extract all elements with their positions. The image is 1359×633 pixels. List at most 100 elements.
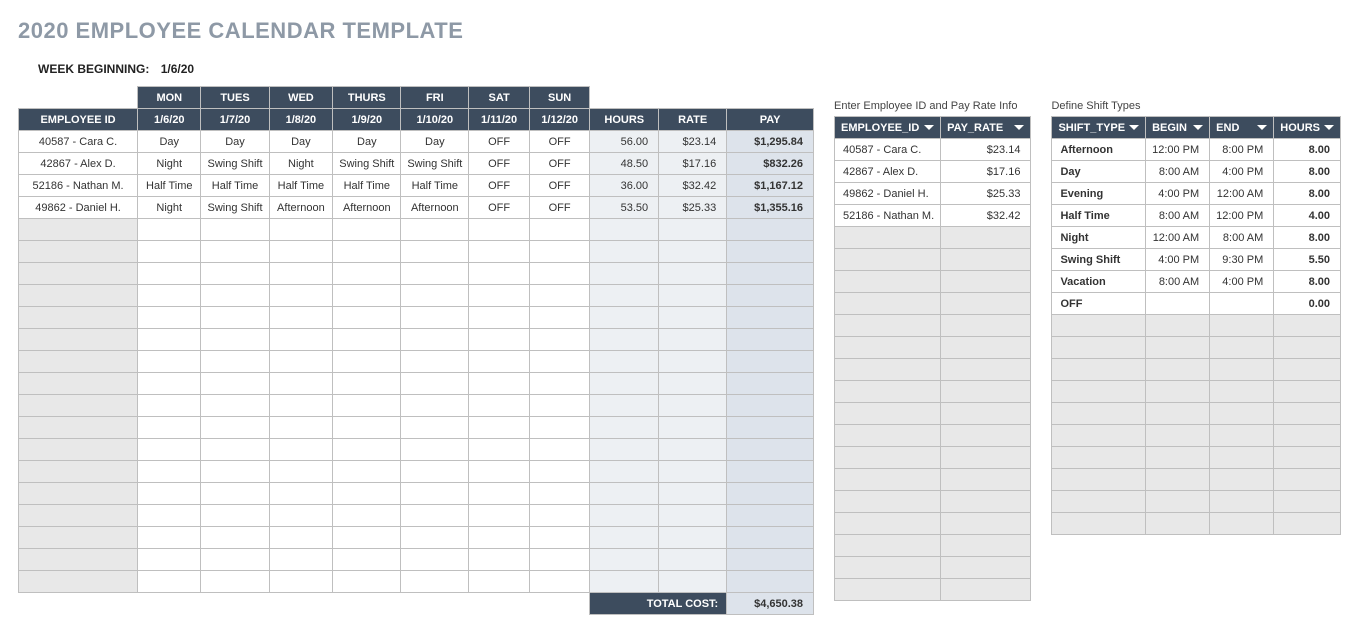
shift-begin-cell-empty[interactable] bbox=[1146, 447, 1210, 469]
shift-hours-cell-empty[interactable] bbox=[1274, 315, 1341, 337]
shift-begin-cell[interactable]: 4:00 PM bbox=[1146, 183, 1210, 205]
shift-begin-cell[interactable]: 8:00 AM bbox=[1146, 161, 1210, 183]
shift-cell-empty[interactable] bbox=[138, 351, 201, 373]
ref-rate-cell-empty[interactable] bbox=[941, 293, 1031, 315]
employee-cell-empty[interactable] bbox=[19, 505, 138, 527]
header-ref-employee-id[interactable]: EMPLOYEE_ID bbox=[835, 117, 941, 139]
shift-end-cell[interactable]: 8:00 PM bbox=[1210, 139, 1274, 161]
shift-cell[interactable]: Swing Shift bbox=[401, 153, 469, 175]
ref-rate-cell[interactable]: $17.16 bbox=[941, 161, 1031, 183]
employee-cell-empty[interactable] bbox=[19, 417, 138, 439]
ref-employee-cell-empty[interactable] bbox=[835, 447, 941, 469]
shift-end-cell[interactable]: 12:00 AM bbox=[1210, 183, 1274, 205]
ref-rate-cell-empty[interactable] bbox=[941, 381, 1031, 403]
shift-cell-empty[interactable] bbox=[269, 483, 333, 505]
ref-rate-cell-empty[interactable] bbox=[941, 359, 1031, 381]
header-shift-shift_type[interactable]: SHIFT_TYPE bbox=[1052, 117, 1146, 139]
shift-cell[interactable]: Half Time bbox=[401, 175, 469, 197]
ref-rate-cell-empty[interactable] bbox=[941, 315, 1031, 337]
shift-cell-empty[interactable] bbox=[201, 483, 269, 505]
header-shift-end[interactable]: END bbox=[1210, 117, 1274, 139]
shift-hours-cell[interactable]: 4.00 bbox=[1274, 205, 1341, 227]
shift-type-cell-empty[interactable] bbox=[1052, 359, 1146, 381]
shift-hours-cell[interactable]: 5.50 bbox=[1274, 249, 1341, 271]
ref-rate-cell-empty[interactable] bbox=[941, 579, 1031, 601]
shift-cell-empty[interactable] bbox=[269, 329, 333, 351]
ref-employee-cell-empty[interactable] bbox=[835, 491, 941, 513]
shift-hours-cell[interactable]: 8.00 bbox=[1274, 183, 1341, 205]
shift-cell-empty[interactable] bbox=[201, 417, 269, 439]
shift-cell[interactable]: Day bbox=[333, 131, 401, 153]
shift-cell-empty[interactable] bbox=[269, 439, 333, 461]
shift-cell-empty[interactable] bbox=[401, 373, 469, 395]
shift-cell-empty[interactable] bbox=[333, 461, 401, 483]
shift-begin-cell-empty[interactable] bbox=[1146, 491, 1210, 513]
shift-cell-empty[interactable] bbox=[529, 285, 590, 307]
shift-cell-empty[interactable] bbox=[269, 373, 333, 395]
employee-cell-empty[interactable] bbox=[19, 329, 138, 351]
shift-type-cell-empty[interactable] bbox=[1052, 337, 1146, 359]
employee-cell[interactable]: 52186 - Nathan M. bbox=[19, 175, 138, 197]
ref-employee-cell-empty[interactable] bbox=[835, 337, 941, 359]
shift-cell-empty[interactable] bbox=[469, 505, 529, 527]
shift-cell-empty[interactable] bbox=[138, 373, 201, 395]
shift-type-cell[interactable]: Day bbox=[1052, 161, 1146, 183]
shift-cell-empty[interactable] bbox=[269, 527, 333, 549]
shift-cell-empty[interactable] bbox=[333, 373, 401, 395]
shift-cell[interactable]: Afternoon bbox=[333, 197, 401, 219]
ref-rate-cell-empty[interactable] bbox=[941, 447, 1031, 469]
employee-cell-empty[interactable] bbox=[19, 219, 138, 241]
shift-cell[interactable]: OFF bbox=[469, 153, 529, 175]
ref-rate-cell-empty[interactable] bbox=[941, 469, 1031, 491]
shift-cell-empty[interactable] bbox=[269, 461, 333, 483]
shift-cell-empty[interactable] bbox=[201, 285, 269, 307]
employee-cell[interactable]: 40587 - Cara C. bbox=[19, 131, 138, 153]
shift-end-cell[interactable] bbox=[1210, 293, 1274, 315]
shift-begin-cell-empty[interactable] bbox=[1146, 359, 1210, 381]
shift-cell-empty[interactable] bbox=[401, 395, 469, 417]
employee-cell-empty[interactable] bbox=[19, 285, 138, 307]
ref-employee-cell-empty[interactable] bbox=[835, 315, 941, 337]
shift-cell-empty[interactable] bbox=[469, 461, 529, 483]
shift-cell-empty[interactable] bbox=[201, 461, 269, 483]
shift-cell[interactable]: Night bbox=[138, 197, 201, 219]
shift-cell-empty[interactable] bbox=[529, 219, 590, 241]
shift-type-cell-empty[interactable] bbox=[1052, 425, 1146, 447]
shift-hours-cell-empty[interactable] bbox=[1274, 513, 1341, 535]
shift-end-cell-empty[interactable] bbox=[1210, 469, 1274, 491]
shift-cell-empty[interactable] bbox=[269, 549, 333, 571]
shift-cell[interactable]: Night bbox=[269, 153, 333, 175]
ref-rate-cell-empty[interactable] bbox=[941, 425, 1031, 447]
shift-cell-empty[interactable] bbox=[269, 351, 333, 373]
shift-begin-cell-empty[interactable] bbox=[1146, 315, 1210, 337]
shift-cell[interactable]: OFF bbox=[529, 131, 590, 153]
shift-hours-cell[interactable]: 8.00 bbox=[1274, 271, 1341, 293]
shift-hours-cell-empty[interactable] bbox=[1274, 381, 1341, 403]
shift-cell-empty[interactable] bbox=[138, 461, 201, 483]
employee-cell-empty[interactable] bbox=[19, 483, 138, 505]
shift-begin-cell-empty[interactable] bbox=[1146, 513, 1210, 535]
ref-employee-cell-empty[interactable] bbox=[835, 557, 941, 579]
shift-cell-empty[interactable] bbox=[401, 351, 469, 373]
ref-rate-cell-empty[interactable] bbox=[941, 249, 1031, 271]
shift-cell-empty[interactable] bbox=[333, 329, 401, 351]
shift-type-cell-empty[interactable] bbox=[1052, 491, 1146, 513]
shift-begin-cell[interactable]: 8:00 AM bbox=[1146, 205, 1210, 227]
shift-cell-empty[interactable] bbox=[269, 219, 333, 241]
shift-cell-empty[interactable] bbox=[269, 417, 333, 439]
shift-cell-empty[interactable] bbox=[529, 373, 590, 395]
shift-begin-cell-empty[interactable] bbox=[1146, 469, 1210, 491]
shift-cell-empty[interactable] bbox=[269, 307, 333, 329]
shift-cell-empty[interactable] bbox=[401, 549, 469, 571]
shift-cell-empty[interactable] bbox=[201, 219, 269, 241]
shift-hours-cell-empty[interactable] bbox=[1274, 447, 1341, 469]
employee-cell-empty[interactable] bbox=[19, 439, 138, 461]
shift-cell[interactable]: Afternoon bbox=[269, 197, 333, 219]
shift-cell-empty[interactable] bbox=[469, 373, 529, 395]
shift-cell[interactable]: OFF bbox=[529, 175, 590, 197]
shift-cell[interactable]: Swing Shift bbox=[333, 153, 401, 175]
shift-hours-cell-empty[interactable] bbox=[1274, 403, 1341, 425]
shift-cell-empty[interactable] bbox=[201, 263, 269, 285]
shift-begin-cell[interactable]: 8:00 AM bbox=[1146, 271, 1210, 293]
shift-cell-empty[interactable] bbox=[469, 241, 529, 263]
